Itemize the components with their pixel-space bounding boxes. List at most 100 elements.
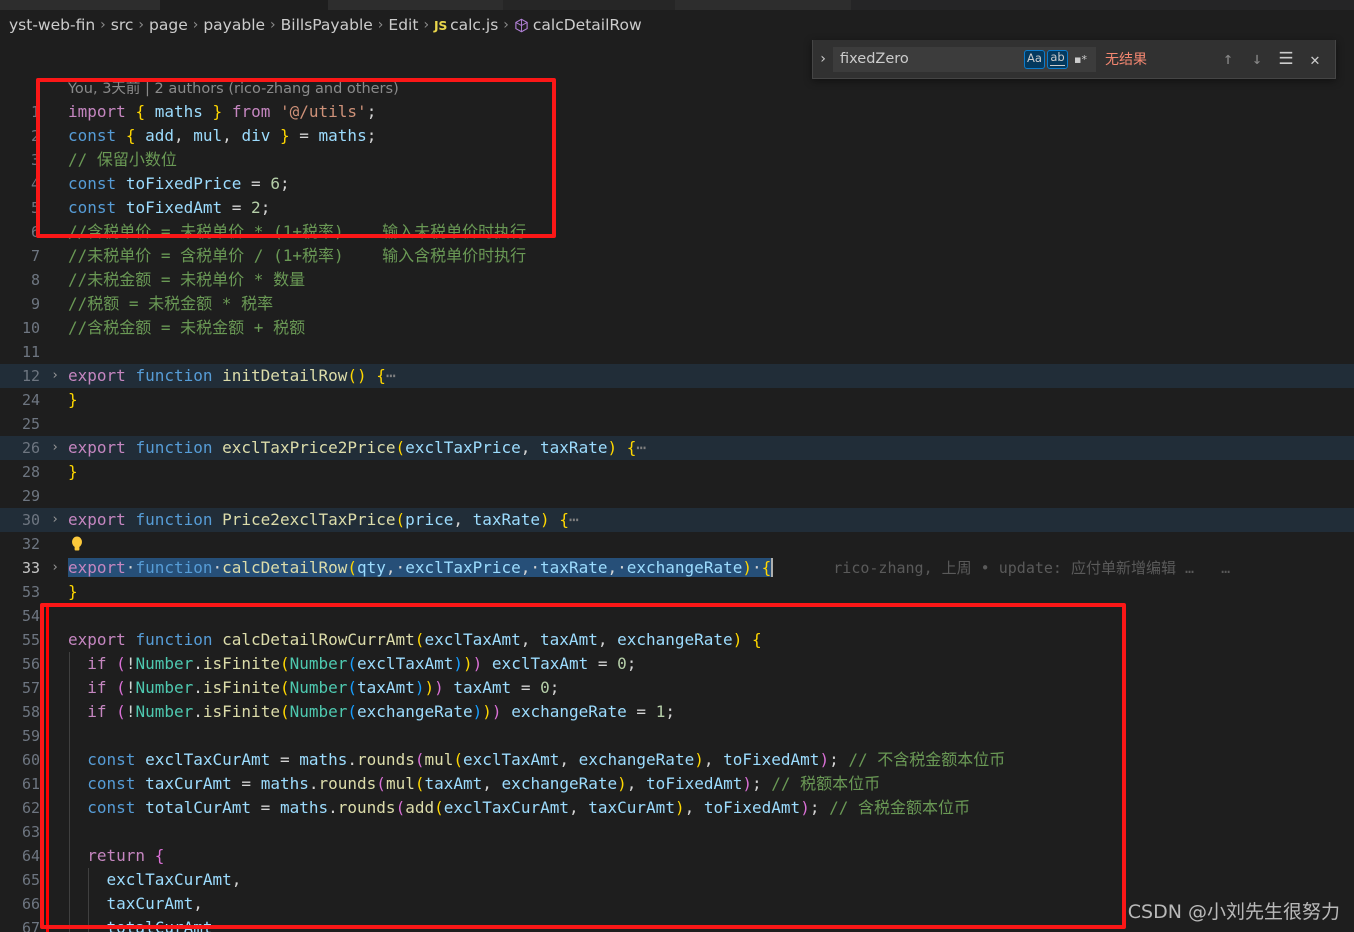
match-case-button[interactable]: Aa: [1024, 49, 1045, 69]
code-line[interactable]: 9 //税额 = 未税金额 * 税率: [0, 292, 1354, 316]
fold-toggle-icon[interactable]: ›: [48, 436, 62, 460]
code-text[interactable]: taxCurAmt,: [68, 892, 203, 916]
code-line[interactable]: 63: [0, 820, 1354, 844]
fold-toggle-icon[interactable]: ›: [48, 508, 62, 532]
code-line[interactable]: 25: [0, 412, 1354, 436]
code-text[interactable]: const exclTaxCurAmt = maths.rounds(mul(e…: [68, 748, 1005, 772]
code-line[interactable]: 26 › export function exclTaxPrice2Price(ex…: [0, 436, 1354, 460]
code-text[interactable]: export·function·calcDetailRow(qty,·exclT…: [68, 556, 1230, 580]
code-line[interactable]: 61 const taxCurAmt = maths.rounds(mul(ta…: [0, 772, 1354, 796]
code-line[interactable]: 64 return {: [0, 844, 1354, 868]
code-line[interactable]: 12 › export function initDetailRow() {⋯: [0, 364, 1354, 388]
code-text[interactable]: //税额 = 未税金额 * 税率: [68, 292, 273, 316]
editor-tab-1[interactable]: [0, 0, 160, 10]
code-line[interactable]: 5 const toFixedAmt = 2;: [0, 196, 1354, 220]
code-line[interactable]: 65 exclTaxCurAmt,: [0, 868, 1354, 892]
next-match-button[interactable]: ↓: [1247, 49, 1267, 69]
fold-toggle-icon[interactable]: ›: [48, 556, 62, 580]
breadcrumb-item-yst-web-fin[interactable]: yst-web-fin: [9, 16, 95, 34]
code-text[interactable]: if (!Number.isFinite(Number(exclTaxAmt))…: [68, 652, 636, 676]
code-line[interactable]: 62 const totalCurAmt = maths.rounds(add(…: [0, 796, 1354, 820]
code-line[interactable]: 60 const exclTaxCurAmt = maths.rounds (mu…: [0, 748, 1354, 772]
use-regex-button[interactable]: ▪*: [1070, 50, 1091, 69]
code-text[interactable]: }: [68, 388, 78, 412]
editor-tab-3[interactable]: [328, 0, 503, 10]
lightbulb-icon[interactable]: [69, 535, 85, 553]
code-text[interactable]: const toFixedPrice = 6;: [68, 172, 290, 196]
code-line[interactable]: 54: [0, 604, 1354, 628]
code-text[interactable]: const toFixedAmt = 2;: [68, 196, 270, 220]
code-text[interactable]: }: [68, 580, 78, 604]
code-text[interactable]: totalCurAmt: [68, 916, 213, 932]
code-text[interactable]: const taxCurAmt = maths.rounds(mul(taxAm…: [68, 772, 880, 796]
find-input-wrapper[interactable]: Aaab▪*: [833, 46, 1096, 72]
editor-tab-2[interactable]: [160, 0, 328, 10]
code-line[interactable]: 28}: [0, 460, 1354, 484]
code-text[interactable]: if (!Number.isFinite(Number(exchangeRate…: [68, 700, 675, 724]
code-text[interactable]: export function Price2exclTaxPrice(price…: [68, 508, 579, 532]
code-text[interactable]: // 保留小数位: [68, 148, 177, 172]
code-line[interactable]: 10 //含税金额 = 未税金额 + 税额: [0, 316, 1354, 340]
code-line[interactable]: 3 // 保留小数位: [0, 148, 1354, 172]
code-line[interactable]: 4 const toFixedPrice = 6;: [0, 172, 1354, 196]
code-text[interactable]: if (!Number.isFinite(Number(taxAmt))) ta…: [68, 676, 559, 700]
breadcrumb-item-billspayable[interactable]: BillsPayable: [281, 16, 373, 34]
close-find-button[interactable]: ✕: [1305, 49, 1325, 69]
code-line[interactable]: 55 export function calcDetailRowCurrAmt(e…: [0, 628, 1354, 652]
fold-toggle-icon[interactable]: ›: [48, 364, 62, 388]
code-line[interactable]: 53}: [0, 580, 1354, 604]
find-option-buttons[interactable]: Aa ab ▪*: [1024, 49, 1095, 69]
breadcrumb-item-page[interactable]: page: [149, 16, 188, 34]
previous-match-button[interactable]: ↑: [1218, 49, 1238, 69]
code-line[interactable]: 56 if (!Number.isFinite(Number(exclTaxAm…: [0, 652, 1354, 676]
code-line[interactable]: 32: [0, 532, 1354, 556]
code-editor[interactable]: You, 3天前 | 2 authors (rico-zhang and oth…: [0, 78, 1354, 932]
code-line[interactable]: 30 › export function Price2exclTaxPrice(pr…: [0, 508, 1354, 532]
editor-tab-6[interactable]: [851, 0, 1354, 10]
code-text[interactable]: //未税单价 = 含税单价 / (1+税率) 输入含税单价时执行: [68, 244, 526, 268]
editor-tab-4[interactable]: [503, 0, 675, 10]
code-line[interactable]: 8 //未税金额 = 未税单价 * 数量: [0, 268, 1354, 292]
code-text[interactable]: //含税单价 = 未税单价 * (1+税率) 输入未税单价时执行: [68, 220, 526, 244]
code-text[interactable]: }: [68, 460, 78, 484]
code-text[interactable]: export function exclTaxPrice2Price(exclT…: [68, 436, 646, 460]
code-line[interactable]: 24}: [0, 388, 1354, 412]
code-line[interactable]: 58 if (!Number.isFinite(Number(exchangeR…: [0, 700, 1354, 724]
code-text[interactable]: const { add, mul, div } = maths;: [68, 124, 376, 148]
code-lines[interactable]: 1 import { maths } from '@/utils'; 2 const …: [0, 100, 1354, 932]
code-text[interactable]: export function calcDetailRowCurrAmt(exc…: [68, 628, 762, 652]
code-line[interactable]: 29: [0, 484, 1354, 508]
code-text[interactable]: return {: [68, 844, 164, 868]
code-line[interactable]: 2 const { add, mul, div } = maths;: [0, 124, 1354, 148]
editor-tab-5[interactable]: [675, 0, 851, 10]
code-text[interactable]: exclTaxCurAmt,: [68, 868, 242, 892]
search-input[interactable]: [834, 50, 1024, 68]
breadcrumb[interactable]: yst-web-fin › src › page › payable › BillsPayabl…: [0, 10, 1354, 40]
code-line[interactable]: 11: [0, 340, 1354, 364]
code-text[interactable]: export function initDetailRow() {⋯: [68, 364, 396, 388]
breadcrumb-item-calcdetailrow[interactable]: calcDetailRow: [533, 16, 642, 34]
breadcrumb-item-edit[interactable]: Edit: [388, 16, 418, 34]
code-text[interactable]: const totalCurAmt = maths.rounds(add(exc…: [68, 796, 970, 820]
breadcrumb-item-payable[interactable]: payable: [203, 16, 265, 34]
code-line[interactable]: 1 import { maths } from '@/utils';: [0, 100, 1354, 124]
code-line[interactable]: 57 if (!Number.isFinite(Number(taxAmt)))…: [0, 676, 1354, 700]
token: Number: [289, 654, 348, 673]
match-whole-word-button[interactable]: ab: [1047, 49, 1068, 69]
find-widget[interactable]: › Aaab▪* 无结果 ↑ ↓ ☰ ✕: [812, 40, 1336, 79]
code-text[interactable]: import { maths } from '@/utils';: [68, 100, 376, 124]
codelens-authors[interactable]: You, 3天前 | 2 authors (rico-zhang and oth…: [68, 78, 399, 100]
editor-tab-strip[interactable]: [0, 0, 1354, 10]
code-line[interactable]: 6 //含税单价 = 未税单价 * (1+税率) 输入未税单价时执行: [0, 220, 1354, 244]
code-line[interactable]: 7 //未税单价 = 含税单价 / (1+税率) 输入含税单价时执行: [0, 244, 1354, 268]
line-number: 25: [21, 415, 40, 433]
code-line[interactable]: 59: [0, 724, 1354, 748]
breadcrumb-item-src[interactable]: src: [111, 16, 134, 34]
code-text[interactable]: //含税金额 = 未税金额 + 税额: [68, 316, 305, 340]
code-text[interactable]: //未税金额 = 未税单价 * 数量: [68, 268, 305, 292]
find-in-selection-button[interactable]: ☰: [1276, 49, 1296, 69]
breadcrumb-item-calc-js[interactable]: calc.js: [450, 16, 498, 34]
code-line[interactable]: 33 › export·function·calcDetailRow(qty,·ex…: [0, 556, 1354, 580]
toggle-replace-icon[interactable]: ›: [813, 40, 833, 79]
find-action-buttons[interactable]: ↑ ↓ ☰ ✕: [1218, 49, 1335, 69]
